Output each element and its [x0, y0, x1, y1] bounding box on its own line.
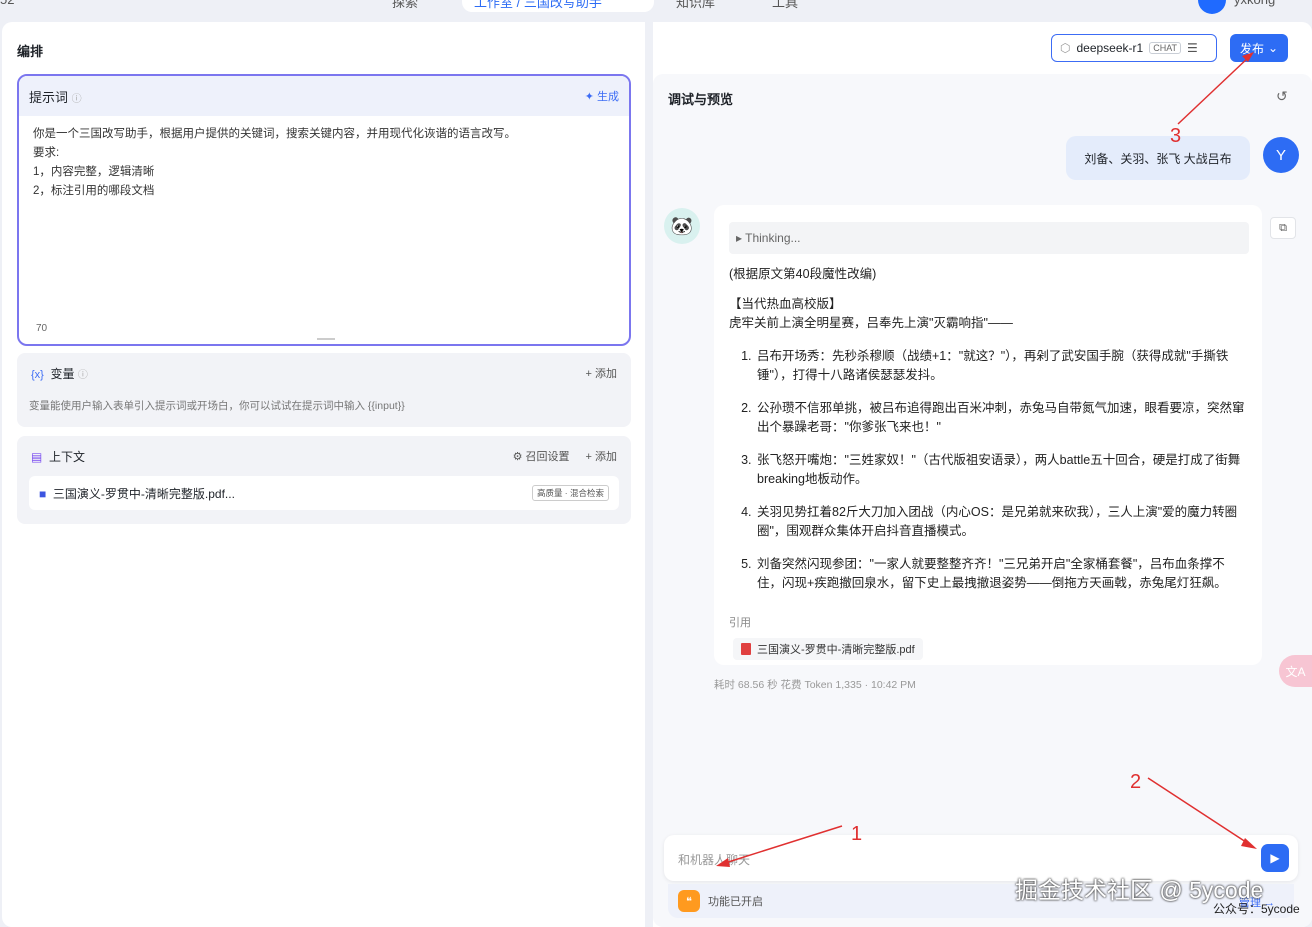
annotation-number-1: 1 — [851, 823, 863, 845]
annotation-number-3: 3 — [1170, 125, 1182, 147]
annotation-arrows — [716, 52, 1257, 867]
annotation-number-2: 2 — [1130, 771, 1142, 793]
watermark-sub: 公众号：5ycode — [1213, 902, 1300, 916]
